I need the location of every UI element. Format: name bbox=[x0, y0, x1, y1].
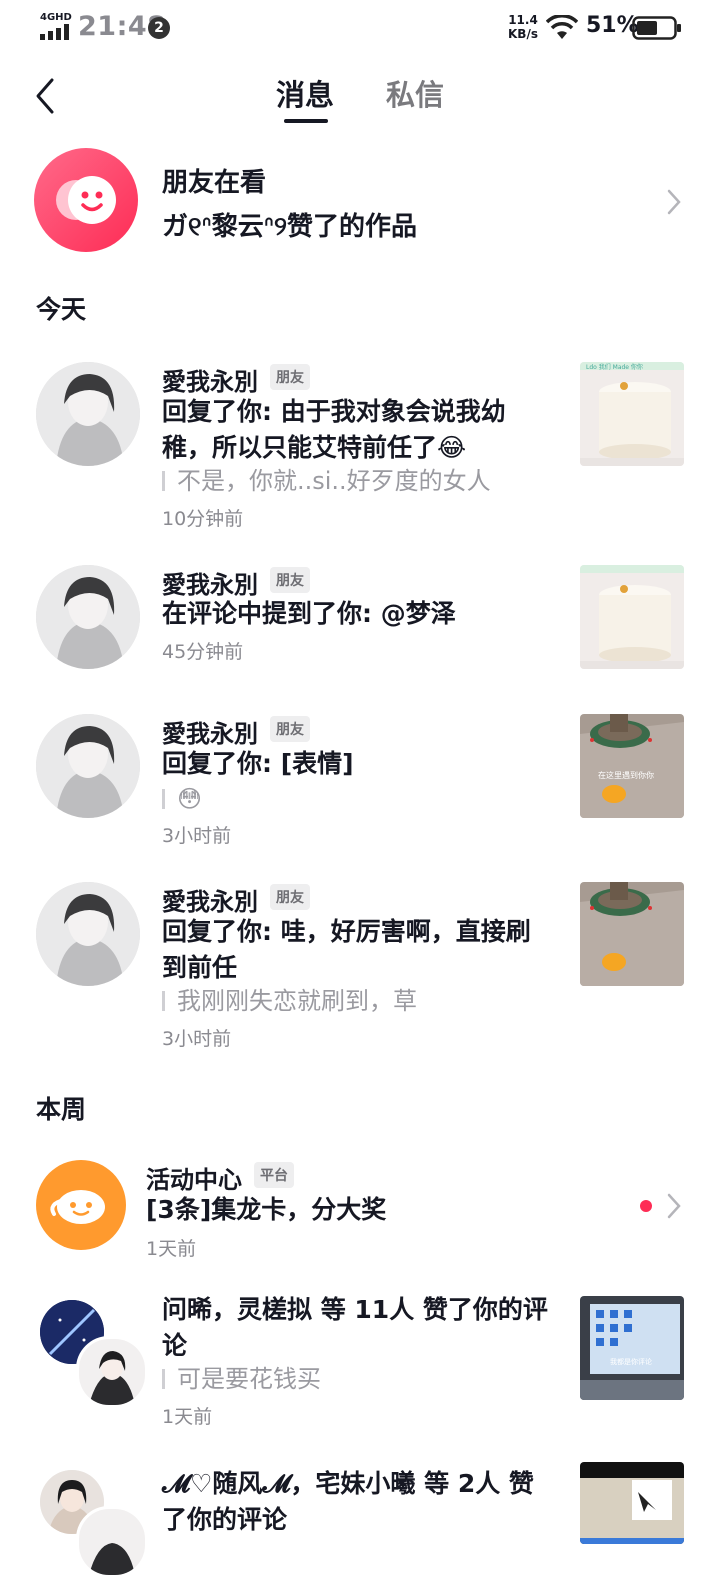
anime-avatar-icon bbox=[79, 1339, 145, 1405]
active-tab-indicator bbox=[284, 119, 328, 123]
network-speed: 11.4 KB/s bbox=[508, 13, 538, 41]
quoted-comment: 可是要花钱买 bbox=[162, 1362, 321, 1396]
stacked-avatars[interactable] bbox=[36, 1466, 148, 1578]
avatar bbox=[76, 1506, 148, 1578]
sender-name[interactable]: 活动中心 bbox=[146, 1160, 242, 1195]
park-thumbnail-image: 在这里遇到你你 bbox=[580, 714, 684, 818]
wifi-icon bbox=[546, 15, 578, 39]
timestamp: 3小时前 bbox=[162, 1028, 232, 1050]
anime-avatar-icon bbox=[79, 1509, 145, 1575]
smile-icon bbox=[56, 176, 116, 224]
signal-icon bbox=[40, 24, 69, 40]
cake-thumbnail-image: Ldo 我们 Made 你你 bbox=[580, 362, 684, 466]
sender-name[interactable]: 愛我永別 bbox=[162, 565, 258, 600]
battery-icon bbox=[632, 16, 681, 40]
sender-name[interactable]: 愛我永別 bbox=[162, 362, 258, 397]
battery-percent: 51% bbox=[586, 13, 639, 38]
friends-watching-title[interactable]: 朋友在看 bbox=[162, 162, 266, 199]
message-content[interactable]: 回复了你: 由于我对象会说我幼稚，所以只能艾特前任了😂 bbox=[162, 394, 552, 466]
avatar[interactable] bbox=[36, 565, 140, 669]
quoted-comment: 我刚刚失恋就刷到，草 bbox=[162, 984, 417, 1018]
quoted-comment: 不是，你就..si..好歹度的女人 bbox=[162, 464, 491, 498]
friends-watching-subtitle[interactable]: ガ୧ᐢ黎云ᐢ୨赞了的作品 bbox=[162, 206, 417, 243]
friends-watching-icon[interactable] bbox=[34, 148, 138, 252]
friend-tag: 朋友 bbox=[270, 884, 310, 910]
platform-tag: 平台 bbox=[254, 1162, 294, 1188]
message-content[interactable]: 问晞，灵槎拟 等 11人 赞了你的评论 bbox=[162, 1292, 552, 1364]
timestamp: 1天前 bbox=[146, 1238, 197, 1260]
back-icon[interactable] bbox=[30, 74, 70, 118]
timestamp: 1天前 bbox=[162, 1406, 213, 1428]
tab-direct-messages[interactable]: 私信 bbox=[386, 72, 444, 114]
avatar[interactable] bbox=[36, 882, 140, 986]
video-thumbnail[interactable] bbox=[580, 882, 684, 986]
timestamp: 45分钟前 bbox=[162, 641, 244, 663]
video-thumbnail[interactable] bbox=[580, 565, 684, 669]
status-bar: 4GHD 21:48 2 11.4 KB/s 51% bbox=[0, 0, 720, 56]
user-avatar-icon bbox=[36, 362, 140, 466]
video-thumbnail[interactable] bbox=[580, 1462, 684, 1544]
notification-count-badge: 2 bbox=[148, 17, 170, 39]
timestamp: 3小时前 bbox=[162, 825, 232, 847]
quoted-comment: 😳 bbox=[162, 782, 202, 816]
sender-name[interactable]: 愛我永別 bbox=[162, 882, 258, 917]
message-content[interactable]: 回复了你: 哇，好厉害啊，直接刷到前任 bbox=[162, 914, 552, 986]
svg-text:我都是你评论: 我都是你评论 bbox=[610, 1357, 652, 1366]
video-thumbnail[interactable]: 在这里遇到你你 bbox=[580, 714, 684, 818]
sender-name[interactable]: 愛我永別 bbox=[162, 714, 258, 749]
tab-messages[interactable]: 消息 bbox=[276, 72, 334, 114]
stacked-avatars[interactable] bbox=[36, 1296, 148, 1408]
video-thumbnail[interactable]: 我都是你评论 bbox=[580, 1296, 684, 1400]
message-content[interactable]: 在评论中提到了你: @梦泽 bbox=[162, 596, 552, 632]
section-today: 今天 bbox=[36, 295, 87, 324]
screen-thumbnail-image: 我都是你评论 bbox=[580, 1296, 684, 1400]
activity-center-avatar[interactable] bbox=[36, 1160, 126, 1250]
friend-tag: 朋友 bbox=[270, 716, 310, 742]
video-thumbnail[interactable]: Ldo 我们 Made 你你 bbox=[580, 362, 684, 466]
chevron-right-icon[interactable] bbox=[666, 188, 682, 216]
avatar[interactable] bbox=[36, 714, 140, 818]
message-content[interactable]: 回复了你: [表情] bbox=[162, 746, 552, 782]
timestamp: 10分钟前 bbox=[162, 508, 244, 530]
svg-text:在这里遇到你你: 在这里遇到你你 bbox=[598, 770, 654, 780]
svg-text:Ldo 我们 Made 你你: Ldo 我们 Made 你你 bbox=[586, 363, 643, 371]
avatar bbox=[76, 1336, 148, 1408]
network-indicator: 4GHD bbox=[40, 12, 72, 23]
park-thumbnail-image bbox=[580, 882, 684, 986]
unread-dot bbox=[640, 1200, 652, 1212]
message-content[interactable]: 𝓜♡随风𝓜，宅妹小曦 等 2人 赞了你的评论 bbox=[162, 1466, 552, 1538]
planet-smile-icon bbox=[50, 1190, 105, 1224]
user-avatar-icon bbox=[36, 882, 140, 986]
meme-thumbnail-image bbox=[580, 1462, 684, 1544]
friend-tag: 朋友 bbox=[270, 567, 310, 593]
friend-tag: 朋友 bbox=[270, 364, 310, 390]
user-avatar-icon bbox=[36, 565, 140, 669]
chevron-right-icon[interactable] bbox=[666, 1192, 682, 1220]
cake-thumbnail-image bbox=[580, 565, 684, 669]
user-avatar-icon bbox=[36, 714, 140, 818]
section-this-week: 本周 bbox=[36, 1095, 87, 1124]
avatar[interactable] bbox=[36, 362, 140, 466]
message-content[interactable]: [3条]集龙卡，分大奖 bbox=[146, 1192, 536, 1228]
